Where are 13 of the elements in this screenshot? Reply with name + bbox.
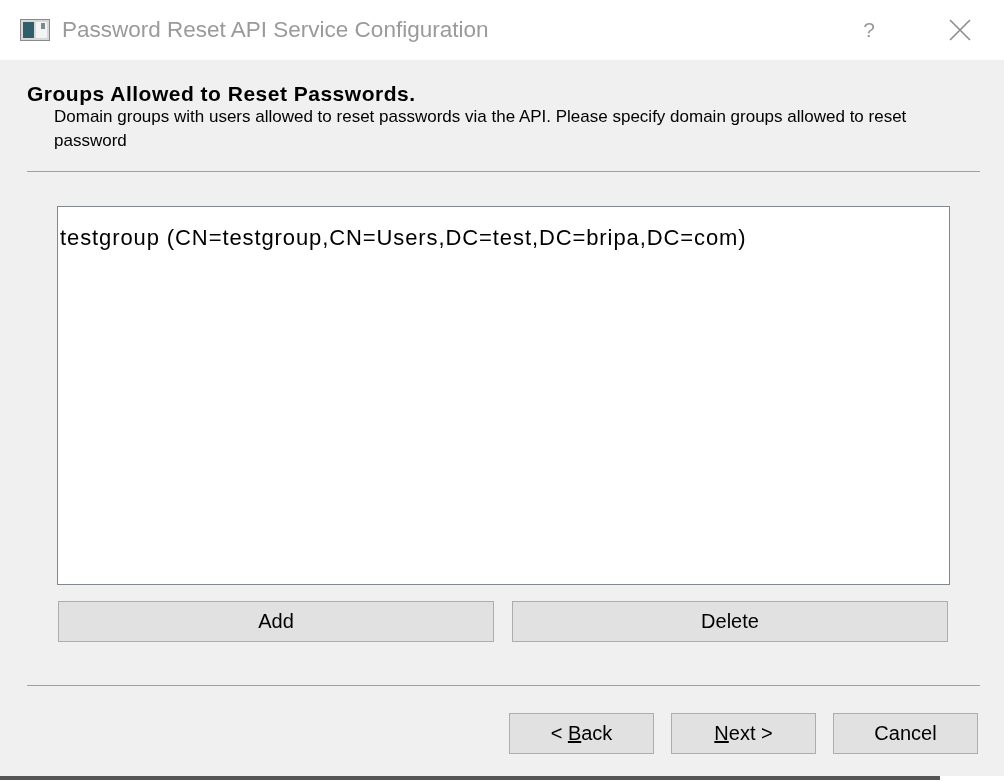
next-button[interactable]: Next > — [671, 713, 816, 754]
group-list-item[interactable]: testgroup (CN=testgroup,CN=Users,DC=test,DC=bripa,DC=com) — [60, 225, 747, 251]
delete-button[interactable]: Delete — [512, 601, 948, 642]
window-title: Password Reset API Service Configuration — [62, 17, 489, 43]
back-button[interactable]: < Back — [509, 713, 654, 754]
add-button[interactable]: Add — [58, 601, 494, 642]
section-heading: Groups Allowed to Reset Passwords. — [27, 83, 416, 105]
section-description: Domain groups with users allowed to reset passwords via the API. Please specify domain groups allowed to reset password — [54, 106, 908, 152]
cancel-button[interactable]: Cancel — [833, 713, 978, 754]
app-window-icon — [20, 19, 50, 41]
close-button[interactable] — [949, 19, 971, 41]
close-icon — [949, 19, 971, 41]
groups-list-box[interactable]: testgroup (CN=testgroup,CN=Users,DC=test,DC=bripa,DC=com) — [57, 206, 950, 585]
